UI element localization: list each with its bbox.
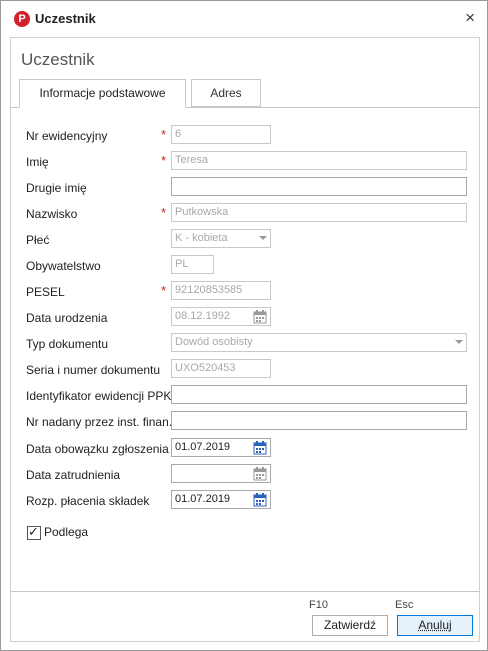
nr-nadany-input[interactable] xyxy=(171,411,467,430)
nazwisko-input[interactable]: Putkowska xyxy=(171,203,467,222)
data-obowiazku-label: Data obowązku zgłoszenia xyxy=(26,442,169,456)
app-logo: P xyxy=(14,11,30,27)
calendar-icon[interactable] xyxy=(253,441,267,455)
dialog-window: P Uczestnik × Uczestnik Informacje podst… xyxy=(0,0,488,651)
plec-value: K - kobieta xyxy=(175,232,228,244)
check-icon: ✓ xyxy=(28,524,39,539)
calendar-icon[interactable] xyxy=(253,493,267,507)
footer-divider xyxy=(11,591,479,592)
nr-ewid-input[interactable]: 6 xyxy=(171,125,271,144)
pesel-label: PESEL xyxy=(26,285,65,299)
required-marker: * xyxy=(161,205,167,220)
close-icon[interactable]: × xyxy=(465,8,475,28)
calendar-icon[interactable] xyxy=(253,310,267,324)
rozp-placenia-input[interactable]: 01.07.2019 xyxy=(171,490,271,509)
anuluj-button[interactable]: Anuluj xyxy=(397,615,473,636)
plec-select[interactable]: K - kobieta xyxy=(171,229,271,248)
seria-numer-input[interactable]: UXO520453 xyxy=(171,359,271,378)
window-title: Uczestnik xyxy=(35,11,96,26)
typ-dokumentu-select[interactable]: Dowód osobisty xyxy=(171,333,467,352)
imie-input[interactable]: Teresa xyxy=(171,151,467,170)
seria-numer-label: Seria i numer dokumentu xyxy=(26,363,161,377)
nr-ewid-label: Nr ewidencyjny xyxy=(26,129,108,143)
required-marker: * xyxy=(161,283,167,298)
data-urodzenia-input[interactable]: 08.12.1992 xyxy=(171,307,271,326)
nr-nadany-label: Nr nadany przez inst. finan. xyxy=(26,415,173,429)
tab-address[interactable]: Adres xyxy=(191,79,261,107)
imie-label: Imię xyxy=(26,155,49,169)
rozp-placenia-value: 01.07.2019 xyxy=(175,493,231,505)
identyfikator-ppk-label: Identyfikator ewidencji PPK xyxy=(26,389,172,403)
required-marker: * xyxy=(161,153,167,168)
nazwisko-label: Nazwisko xyxy=(26,207,78,221)
pesel-input[interactable]: 92120853585 xyxy=(171,281,271,300)
data-urodzenia-value: 08.12.1992 xyxy=(175,310,231,322)
podlega-label: Podlega xyxy=(44,525,89,539)
typ-dokumentu-label: Typ dokumentu xyxy=(26,337,109,351)
drugie-imie-label: Drugie imię xyxy=(26,181,87,195)
rozp-placenia-label: Rozp. płacenia składek xyxy=(26,494,150,508)
obywatelstwo-label: Obywatelstwo xyxy=(26,259,101,273)
zatwierdz-button[interactable]: Zatwierdź xyxy=(312,615,388,636)
chevron-down-icon xyxy=(259,236,267,240)
cancel-shortcut-hint: Esc xyxy=(395,599,414,611)
podlega-checkbox[interactable]: ✓ xyxy=(27,524,41,540)
data-zatrudnienia-input[interactable] xyxy=(171,464,271,483)
data-obowiazku-value: 01.07.2019 xyxy=(175,441,231,453)
data-zatrudnienia-label: Data zatrudnienia xyxy=(26,468,121,482)
required-marker: * xyxy=(161,127,167,142)
calendar-icon[interactable] xyxy=(253,467,267,481)
panel-title: Uczestnik xyxy=(21,50,95,69)
identyfikator-ppk-input[interactable] xyxy=(171,385,467,404)
plec-label: Płeć xyxy=(26,233,50,247)
tab-basic-info[interactable]: Informacje podstawowe xyxy=(19,79,186,108)
ok-shortcut-hint: F10 xyxy=(309,599,328,611)
participant-panel: Uczestnik Informacje podstawowe Adres Nr… xyxy=(10,37,480,642)
obywatelstwo-input[interactable]: PL xyxy=(171,255,214,274)
data-obowiazku-input[interactable]: 01.07.2019 xyxy=(171,438,271,457)
data-urodzenia-label: Data urodzenia xyxy=(26,311,108,325)
chevron-down-icon xyxy=(455,340,463,344)
title-bar: P Uczestnik × xyxy=(1,1,487,34)
drugie-imie-input[interactable] xyxy=(171,177,467,196)
anuluj-label: Anuluj xyxy=(418,618,452,632)
typ-dokumentu-value: Dowód osobisty xyxy=(175,336,253,348)
